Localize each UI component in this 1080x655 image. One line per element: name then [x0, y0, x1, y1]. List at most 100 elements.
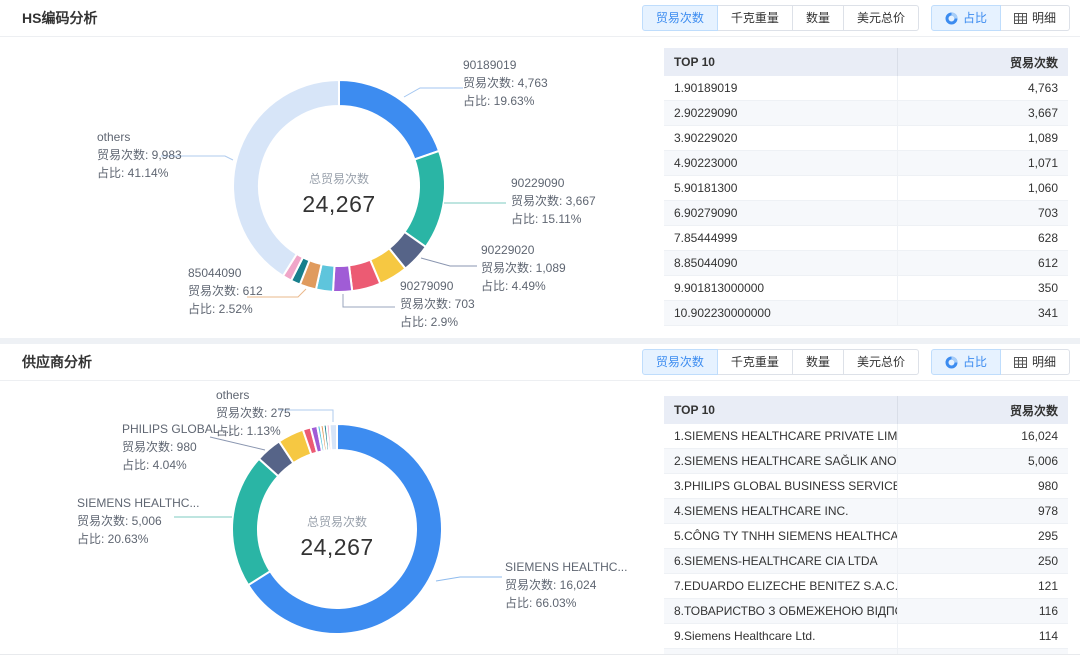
chart-callout: 90189019贸易次数: 4,763占比: 19.63%	[463, 56, 548, 110]
panel-title: 供应商分析	[22, 352, 92, 372]
callout-count: 贸易次数: 4,763	[463, 74, 548, 92]
callout-name: SIEMENS HEALTHC...	[77, 494, 199, 512]
trade-count-column-header: 贸易次数	[898, 396, 1069, 424]
callout-count: 贸易次数: 1,089	[481, 259, 566, 277]
callout-name: 85044090	[188, 264, 263, 282]
donut-slice-others[interactable]	[233, 80, 339, 276]
table-row: 6.90279090703	[664, 201, 1068, 226]
callout-count: 贸易次数: 3,667	[511, 192, 596, 210]
view-label: 占比	[963, 350, 987, 374]
callout-ratio: 占比: 4.49%	[481, 277, 566, 295]
metric-quantity-button[interactable]: 数量	[792, 349, 844, 375]
table-row: 7.85444999628	[664, 226, 1068, 251]
row-name: 4.90223000	[664, 151, 898, 176]
row-trade-count: 4,763	[898, 76, 1069, 101]
row-name: 3.90229020	[664, 126, 898, 151]
panel-title: HS编码分析	[22, 8, 97, 28]
metric-quantity-button[interactable]: 数量	[792, 5, 844, 31]
row-name: 7.EDUARDO ELIZECHE BENITEZ S.A.C.	[664, 574, 898, 599]
callout-ratio: 占比: 41.14%	[97, 164, 182, 182]
callout-ratio: 占比: 15.11%	[511, 210, 596, 228]
table-row: 3.902290201,089	[664, 126, 1068, 151]
callout-leader-line	[436, 577, 502, 581]
chart-callout: 90229020贸易次数: 1,089占比: 4.49%	[481, 241, 566, 295]
row-trade-count: 108	[898, 649, 1069, 655]
chart-callout: PHILIPS GLOBAL ...贸易次数: 980占比: 4.04%	[122, 420, 232, 474]
table-icon	[1014, 12, 1027, 25]
view-ratio-button[interactable]: 占比	[931, 5, 1001, 31]
row-trade-count: 1,089	[898, 126, 1069, 151]
row-name: 10.902230000000	[664, 301, 898, 326]
metric-kg-weight-button[interactable]: 千克重量	[717, 5, 793, 31]
callout-leader-line	[421, 258, 477, 266]
row-name: 9.901813000000	[664, 276, 898, 301]
chart-callout: SIEMENS HEALTHC...贸易次数: 5,006占比: 20.63%	[77, 494, 199, 548]
row-name: 5.90181300	[664, 176, 898, 201]
table-row: 2.SIEMENS HEALTHCARE SAĞLIK ANONİM ŞİRKE…	[664, 449, 1068, 474]
callout-ratio: 占比: 19.63%	[463, 92, 548, 110]
row-trade-count: 350	[898, 276, 1069, 301]
row-name: 6.90279090	[664, 201, 898, 226]
hs-code-analysis-panel: HS编码分析 贸易次数千克重量数量美元总价占比明细 总贸易次数 24,267 9…	[0, 0, 1080, 338]
metric-usd-total-button[interactable]: 美元总价	[843, 5, 919, 31]
donut-slice-siemens-healthcare-sa-lik-anoni-m-i-rketi[interactable]	[232, 459, 278, 585]
view-toggle-group: 占比 明细	[931, 349, 1070, 375]
panel-header: HS编码分析 贸易次数千克重量数量美元总价占比 明细	[0, 0, 1080, 37]
donut-slice-90189019[interactable]	[339, 80, 439, 160]
callout-count: 贸易次数: 9,983	[97, 146, 182, 164]
row-trade-count: 250	[898, 549, 1069, 574]
row-trade-count: 978	[898, 499, 1069, 524]
row-trade-count: 116	[898, 599, 1069, 624]
metric-usd-total-button[interactable]: 美元总价	[843, 349, 919, 375]
callout-name: 90189019	[463, 56, 548, 74]
row-name: 2.SIEMENS HEALTHCARE SAĞLIK ANONİM ŞİRKE…	[664, 449, 898, 474]
table-header-row: TOP 10 贸易次数	[664, 48, 1068, 76]
row-name: 2.90229090	[664, 101, 898, 126]
view-label: 明细	[1032, 350, 1056, 374]
row-trade-count: 980	[898, 474, 1069, 499]
view-ratio-button[interactable]: 占比	[931, 349, 1001, 375]
row-trade-count: 703	[898, 201, 1069, 226]
metric-toggle-group: 贸易次数千克重量数量美元总价	[642, 349, 919, 375]
chart-callout: SIEMENS HEALTHC...贸易次数: 16,024占比: 66.03%	[505, 558, 627, 612]
chart-callout: 90229090贸易次数: 3,667占比: 15.11%	[511, 174, 596, 228]
view-label: 明细	[1032, 6, 1056, 30]
table-row: 10.902230000000341	[664, 301, 1068, 326]
donut-slice-others[interactable]	[330, 424, 337, 450]
metric-trade-count-button[interactable]: 贸易次数	[642, 349, 718, 375]
callout-count: 贸易次数: 612	[188, 282, 263, 300]
row-name: 6.SIEMENS-HEALTHCARE CIA LTDA	[664, 549, 898, 574]
callout-name: others	[216, 386, 291, 404]
table-row: 8.ТОВАРИСТВО З ОБМЕЖЕНОЮ ВІДПОВІДАЛЬНІСТ…	[664, 599, 1068, 624]
donut-slice-90229090[interactable]	[404, 151, 445, 247]
table-row: 9.Siemens Healthcare Ltd.114	[664, 624, 1068, 649]
table-row: 9.901813000000350	[664, 276, 1068, 301]
table-row: 1.SIEMENS HEALTHCARE PRIVATE LIMITED16,0…	[664, 424, 1068, 449]
callout-name: 90229020	[481, 241, 566, 259]
top10-table: TOP 10 贸易次数 1.SIEMENS HEALTHCARE PRIVATE…	[664, 396, 1068, 655]
metric-kg-weight-button[interactable]: 千克重量	[717, 349, 793, 375]
trade-analytics-dashboard: HS编码分析 贸易次数千克重量数量美元总价占比明细 总贸易次数 24,267 9…	[0, 0, 1080, 655]
table-row: 4.902230001,071	[664, 151, 1068, 176]
row-trade-count: 121	[898, 574, 1069, 599]
row-trade-count: 1,071	[898, 151, 1069, 176]
callout-ratio: 占比: 66.03%	[505, 594, 627, 612]
metric-trade-count-button[interactable]: 贸易次数	[642, 5, 718, 31]
row-name: 7.85444999	[664, 226, 898, 251]
view-detail-button[interactable]: 明细	[1000, 349, 1070, 375]
donut-slice-90279090[interactable]	[333, 265, 352, 292]
panel-controls: 贸易次数千克重量数量美元总价占比 明细	[642, 5, 1070, 31]
row-trade-count: 114	[898, 624, 1069, 649]
table-row: 10.SIEMENS HEALTHCARE CIA LTDA.108	[664, 649, 1068, 655]
row-name: 4.SIEMENS HEALTHCARE INC.	[664, 499, 898, 524]
callout-count: 贸易次数: 16,024	[505, 576, 627, 594]
row-name: 1.SIEMENS HEALTHCARE PRIVATE LIMITED	[664, 424, 898, 449]
view-toggle-group: 占比 明细	[931, 5, 1070, 31]
callout-count: 贸易次数: 980	[122, 438, 232, 456]
view-detail-button[interactable]: 明细	[1000, 5, 1070, 31]
panel-controls: 贸易次数千克重量数量美元总价 占比 明细	[642, 349, 1070, 375]
row-name: 5.CÔNG TY TNHH SIEMENS HEALTHCARE.	[664, 524, 898, 549]
row-name: 10.SIEMENS HEALTHCARE CIA LTDA.	[664, 649, 898, 655]
callout-leader-line	[404, 88, 463, 97]
top10-column-header: TOP 10	[664, 48, 898, 76]
